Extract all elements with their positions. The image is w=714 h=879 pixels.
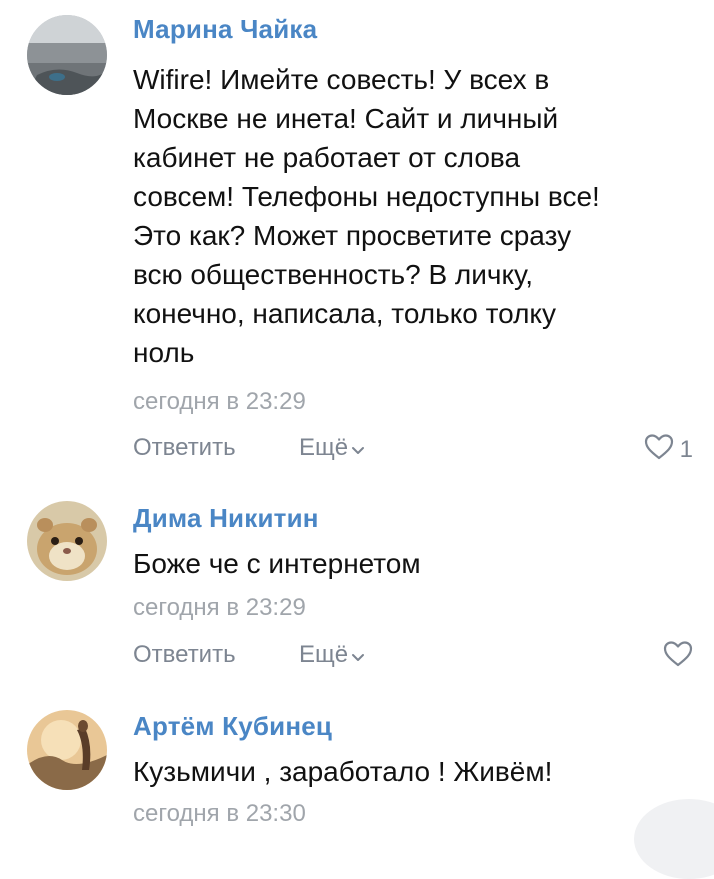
more-label: Ещё [299, 641, 348, 668]
comment-text-line: кабинет не работает от слова [133, 138, 693, 177]
avatar[interactable] [27, 710, 107, 790]
comment-text-line: Москве не инета! Сайт и личный [133, 99, 693, 138]
comment-author[interactable]: Дима Никитин [133, 503, 319, 534]
more-label: Ещё [299, 434, 348, 461]
comment-timestamp: сегодня в 23:29 [133, 594, 306, 622]
chevron-down-icon [351, 435, 365, 463]
comment-text-line: ноль [133, 333, 693, 372]
heart-outline-icon [644, 433, 674, 468]
comment-author[interactable]: Артём Кубинец [133, 711, 332, 742]
comment-text-line: Боже че с интернетом [133, 544, 693, 583]
avatar[interactable] [27, 15, 107, 95]
comment-author[interactable]: Марина Чайка [133, 14, 317, 45]
comment-text-line: совсем! Телефоны недоступны все! [133, 177, 693, 216]
like-count: 1 [680, 436, 693, 464]
like-button[interactable] [663, 641, 693, 673]
avatar-beach-image [27, 15, 107, 95]
comment-text-line: конечно, написала, только толку [133, 294, 693, 333]
scroll-fab-shadow [634, 799, 714, 879]
avatar-hamster-image [27, 501, 107, 581]
reply-button[interactable]: Ответить [133, 641, 236, 669]
comment-actions: Ответить Ещё [133, 641, 693, 673]
comment-text: Кузьмичи , заработало ! Живём! [133, 752, 693, 791]
comment-text-line: Это как? Может просветите сразу [133, 216, 693, 255]
comment-text: Wifire! Имейте совесть! У всех в Москве … [133, 60, 693, 372]
chevron-down-icon [351, 642, 365, 670]
like-button[interactable]: 1 [644, 434, 693, 466]
comment-text-line: Кузьмичи , заработало ! Живём! [133, 752, 693, 791]
reply-button[interactable]: Ответить [133, 434, 236, 462]
heart-outline-icon [663, 640, 693, 675]
comment-text: Боже че с интернетом [133, 544, 693, 583]
avatar[interactable] [27, 501, 107, 581]
avatar-fantasy-image [27, 710, 107, 790]
more-button[interactable]: Ещё [299, 641, 365, 670]
comment-text-line: всю общественность? В личку, [133, 255, 693, 294]
comment-text-line: Wifire! Имейте совесть! У всех в [133, 60, 693, 99]
comment-actions: Ответить Ещё 1 [133, 434, 693, 466]
more-button[interactable]: Ещё [299, 434, 365, 463]
comment-timestamp: сегодня в 23:29 [133, 388, 306, 416]
comment-timestamp: сегодня в 23:30 [133, 800, 306, 828]
